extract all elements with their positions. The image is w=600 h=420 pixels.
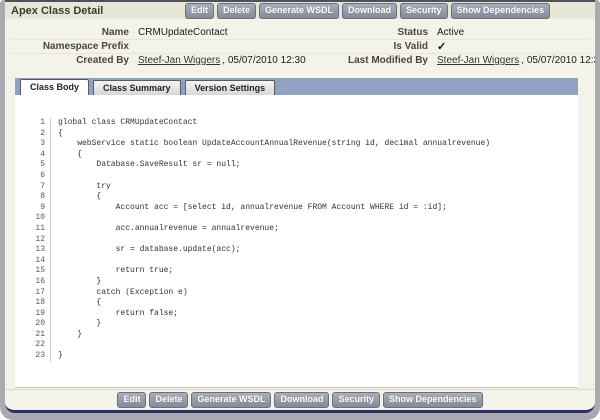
generate-wsdl-button-top[interactable]: Generate WSDL (259, 2, 340, 19)
edit-button-bottom[interactable]: Edit (117, 392, 147, 408)
detail-row-namespace-valid: Namespace Prefix Is Valid ✓ (11, 39, 589, 53)
name-label: Name (101, 26, 129, 38)
apex-class-detail-page: Apex Class Detail Edit Delete Generate W… (5, 0, 595, 413)
detail-row-name-status: Name CRMUpdateContact Status Active (11, 25, 589, 39)
created-date: , 05/07/2010 12:30 (222, 55, 306, 66)
tab-class-body[interactable]: Class Body (20, 79, 90, 95)
code-body: global class CRMUpdateContact { webServi… (58, 118, 491, 361)
show-dependencies-button-bottom[interactable]: Show Dependencies (383, 392, 483, 408)
top-action-bar: Edit Delete Generate WSDL Download Secur… (185, 2, 551, 19)
name-value: CRMUpdateContact (138, 26, 228, 38)
tab-class-summary[interactable]: Class Summary (93, 80, 181, 95)
created-by-user-link[interactable]: Steef-Jan Wiggers (138, 55, 220, 66)
checkmark-icon: ✓ (437, 41, 447, 53)
download-button-top[interactable]: Download (342, 2, 398, 19)
detail-section: Name CRMUpdateContact Status Active Name… (5, 19, 595, 67)
page-frame: Apex Class Detail Edit Delete Generate W… (0, 0, 600, 420)
security-button-bottom[interactable]: Security (332, 392, 381, 408)
class-body-panel: Class Body Class Summary Version Setting… (15, 78, 578, 388)
namespace-prefix-label: Namespace Prefix (42, 41, 129, 52)
show-dependencies-button-top[interactable]: Show Dependencies (450, 2, 551, 19)
last-modified-user-link[interactable]: Steef-Jan Wiggers (437, 55, 519, 66)
detail-row-created-modified: Created By Steef-Jan Wiggers, 05/07/2010… (11, 53, 595, 67)
status-label: Status (397, 26, 428, 38)
line-number-gutter: 1 2 3 4 5 6 7 8 9 10 11 12 13 14 15 16 1… (23, 118, 51, 362)
security-button-top[interactable]: Security (400, 2, 448, 19)
is-valid-label: Is Valid (393, 41, 428, 52)
code-viewer: 1 2 3 4 5 6 7 8 9 10 11 12 13 14 15 16 1… (15, 95, 578, 362)
status-value: Active (437, 26, 465, 38)
edit-button-top[interactable]: Edit (185, 2, 214, 19)
last-modified-date: , 05/07/2010 12:30 (521, 55, 595, 66)
generate-wsdl-button-bottom[interactable]: Generate WSDL (191, 392, 272, 408)
created-by-value: Steef-Jan Wiggers, 05/07/2010 12:30 (138, 55, 308, 66)
tab-bar: Class Body Class Summary Version Setting… (15, 78, 578, 95)
bottom-action-bar: Edit Delete Generate WSDL Download Secur… (5, 389, 595, 410)
detail-header: Apex Class Detail Edit Delete Generate W… (5, 2, 595, 19)
created-by-label: Created By (76, 55, 129, 66)
download-button-bottom[interactable]: Download (274, 392, 330, 408)
last-modified-by-value: Steef-Jan Wiggers, 05/07/2010 12:30 (437, 55, 595, 66)
last-modified-by-label: Last Modified By (347, 55, 428, 66)
page-title: Apex Class Detail (11, 4, 104, 17)
delete-button-bottom[interactable]: Delete (149, 392, 189, 408)
tab-version-settings[interactable]: Version Settings (184, 80, 276, 95)
delete-button-top[interactable]: Delete (217, 2, 257, 19)
